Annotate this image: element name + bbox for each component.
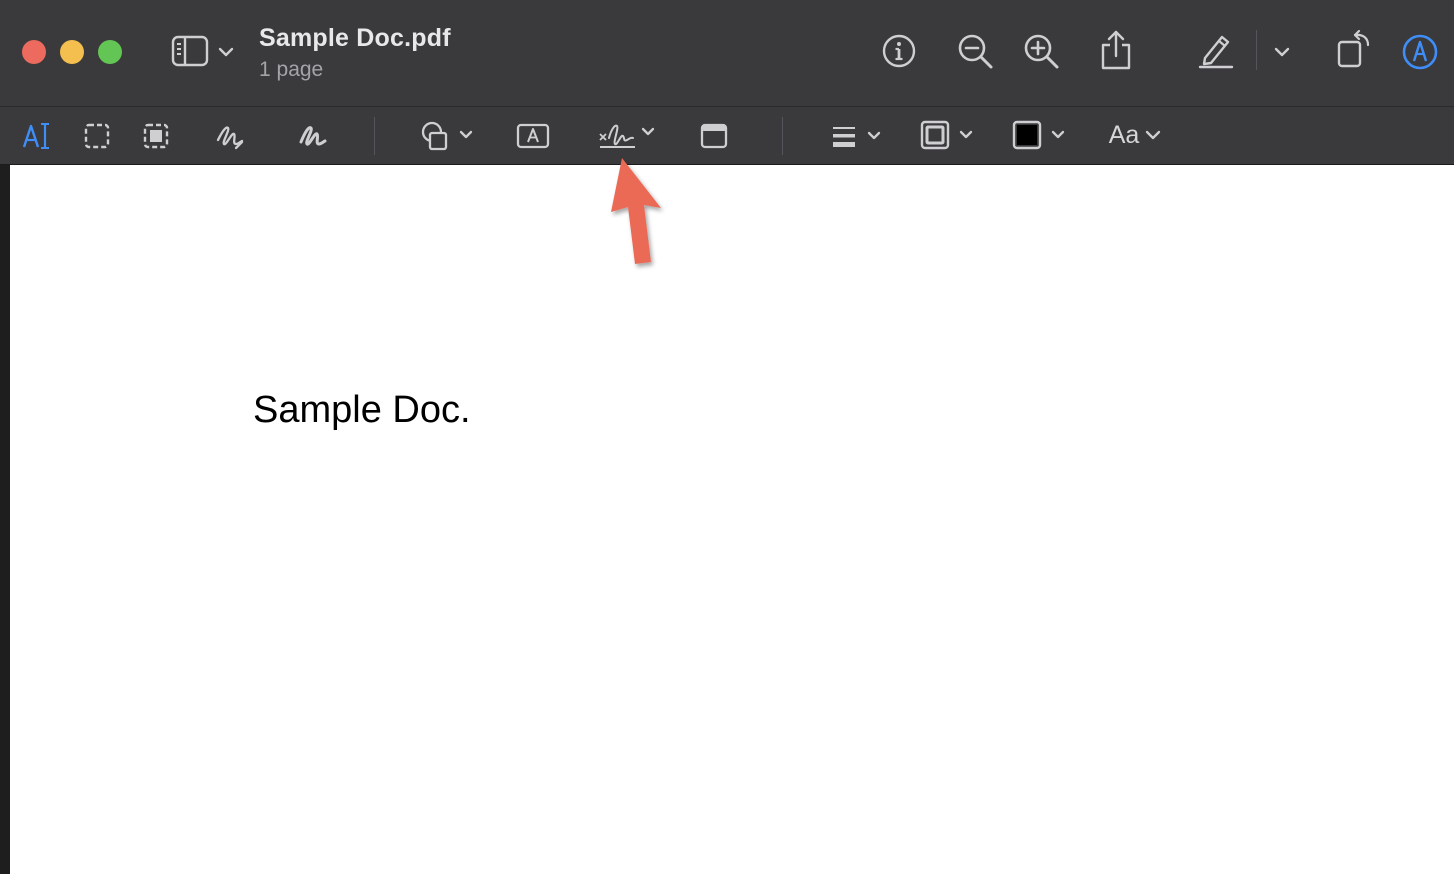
rotate-button[interactable]: [1332, 28, 1374, 70]
text-box-icon: [516, 123, 550, 149]
document-title: Sample Doc.pdf: [259, 24, 451, 52]
document-canvas[interactable]: Sample Doc.: [0, 165, 1454, 874]
border-color-button[interactable]: [918, 119, 976, 151]
text-style-button[interactable]: Aa: [1106, 119, 1166, 151]
share-icon: [1101, 30, 1131, 70]
instant-alpha-tool[interactable]: [141, 121, 171, 151]
fill-color-button[interactable]: [1010, 119, 1068, 151]
draw-tool[interactable]: [296, 119, 330, 153]
document-text: Sample Doc.: [253, 389, 471, 431]
draw-icon: [299, 126, 327, 146]
title-bar: Sample Doc.pdf 1 page: [0, 0, 1454, 106]
document-page-count: 1 page: [259, 58, 324, 81]
shapes-icon: [421, 121, 473, 151]
minimize-window-button[interactable]: [60, 40, 84, 64]
info-button[interactable]: [879, 31, 919, 71]
rotate-icon: [1337, 29, 1370, 68]
text-style-label: Aa: [1108, 120, 1140, 149]
sidebar-icon: [171, 35, 209, 67]
zoom-out-button[interactable]: [955, 31, 995, 71]
close-window-button[interactable]: [22, 40, 46, 64]
pdf-page[interactable]: Sample Doc.: [10, 165, 1454, 874]
markup-toolbar: Aa: [0, 107, 1454, 165]
highlight-options-button[interactable]: [1272, 42, 1292, 62]
highlight-button[interactable]: [1196, 30, 1236, 70]
shapes-tool[interactable]: [418, 119, 474, 153]
zoom-window-button[interactable]: [98, 40, 122, 64]
chevron-down-icon: [1146, 130, 1161, 140]
fill-color-icon: [1012, 120, 1065, 150]
note-tool[interactable]: [699, 121, 729, 151]
markup-icon: [1402, 34, 1438, 70]
note-icon: [700, 123, 728, 149]
share-button[interactable]: [1096, 28, 1136, 72]
text-box-tool[interactable]: [515, 121, 551, 151]
text-selection-icon: [22, 123, 49, 149]
sidebar-toggle-button[interactable]: [170, 34, 210, 68]
zoom-in-button[interactable]: [1021, 31, 1061, 71]
preview-window: Sample Doc.pdf 1 page Aa Sample Doc.: [0, 0, 1454, 874]
sidebar-options-button[interactable]: [216, 42, 236, 62]
chevron-down-icon: [1274, 47, 1290, 57]
info-icon: [882, 34, 916, 68]
signature-icon: [599, 124, 655, 148]
line-style-icon: [833, 127, 881, 147]
border-color-icon: [920, 120, 973, 150]
markup-divider: [374, 117, 375, 155]
markup-toolbar-toggle[interactable]: [1400, 32, 1440, 72]
markup-divider: [782, 117, 783, 155]
zoom-out-icon: [958, 34, 993, 69]
text-selection-tool[interactable]: [20, 120, 54, 152]
annotation-arrow: [611, 158, 661, 264]
instant-alpha-icon: [143, 123, 169, 149]
sketch-tool[interactable]: [213, 119, 247, 153]
rectangular-selection-tool[interactable]: [82, 121, 112, 151]
line-style-button[interactable]: [828, 121, 884, 151]
rectangular-selection-icon: [84, 123, 110, 149]
zoom-in-icon: [1024, 34, 1059, 69]
toolbar-divider: [1256, 30, 1257, 70]
sketch-icon: [216, 126, 244, 150]
chevron-down-icon: [218, 47, 234, 57]
highlight-icon: [1198, 35, 1234, 69]
